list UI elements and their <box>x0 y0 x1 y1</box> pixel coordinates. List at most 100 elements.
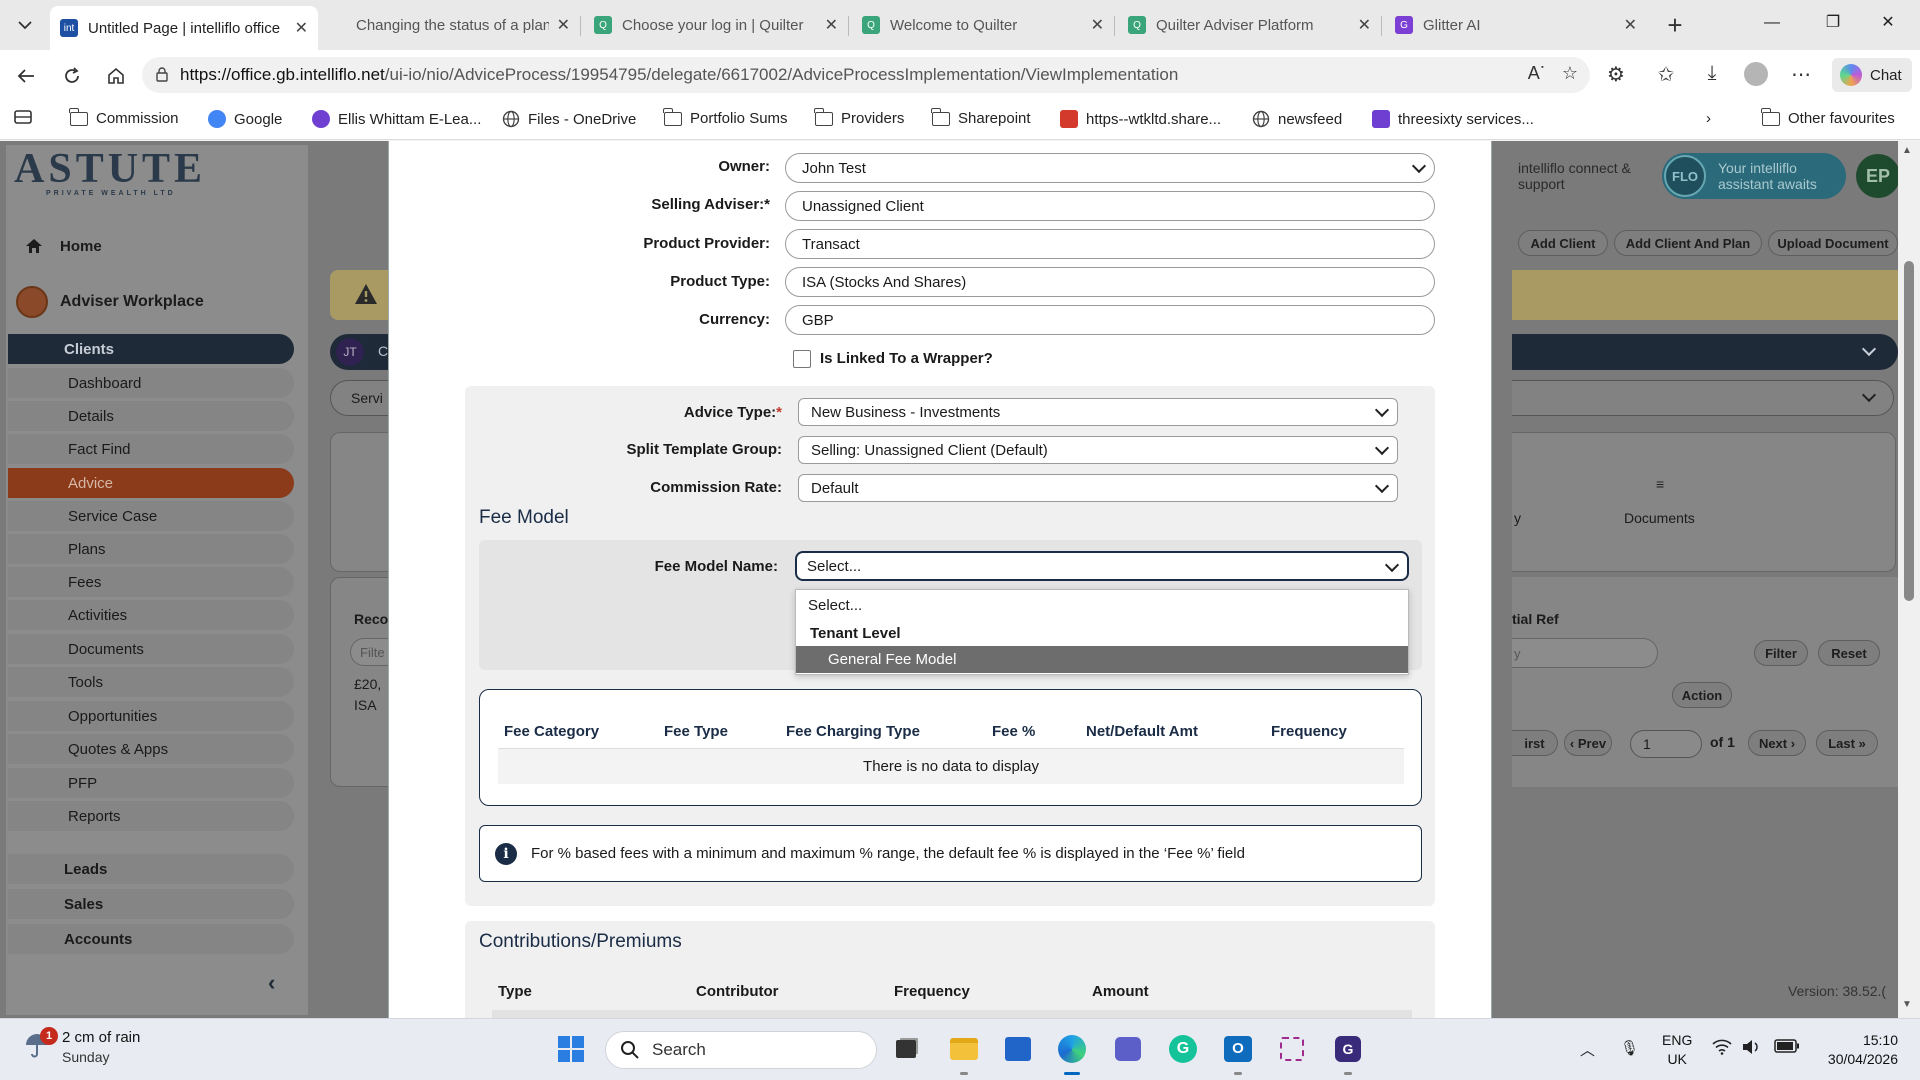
bookmark-item[interactable]: Commission <box>69 107 179 127</box>
outlook-icon[interactable]: O <box>1220 1031 1256 1075</box>
snipping-tool-icon[interactable] <box>1274 1031 1310 1067</box>
browser-tab[interactable]: Q Quilter Adviser Platform ✕ <box>1118 6 1381 44</box>
dropdown-option-select[interactable]: Select... <box>796 592 1408 619</box>
browser-tab[interactable]: G Glitter AI ✕ <box>1385 6 1647 44</box>
favourites-icon[interactable]: ✩ <box>1652 62 1680 87</box>
sidebar-item-sales[interactable]: Sales <box>8 889 294 919</box>
sidebar-item-tools[interactable]: Tools <box>8 667 294 697</box>
scroll-down-icon[interactable]: ▼ <box>1902 999 1912 1010</box>
downloads-icon[interactable]: ⤓ <box>1698 62 1726 85</box>
wifi-icon[interactable] <box>1712 1039 1732 1059</box>
copilot-chat-button[interactable]: Chat <box>1832 58 1912 92</box>
start-button[interactable] <box>553 1031 589 1067</box>
ref-filter-input[interactable] <box>1512 638 1658 668</box>
bookmark-item[interactable]: Google <box>208 110 282 128</box>
tab-documents[interactable]: Documents <box>1624 510 1695 526</box>
minimize-button[interactable]: — <box>1752 8 1792 38</box>
sidebar-item-activities[interactable]: Activities <box>8 600 294 630</box>
sidebar-item-advice[interactable]: Advice <box>8 468 294 498</box>
battery-icon[interactable] <box>1774 1039 1800 1057</box>
sidebar-item-details[interactable]: Details <box>8 401 294 431</box>
grammarly-icon[interactable]: G <box>1165 1031 1201 1067</box>
service-select-right[interactable] <box>1512 380 1894 416</box>
sidebar-item-quotes-apps[interactable]: Quotes & Apps <box>8 734 294 764</box>
contributions-table-header[interactable]: Contributor <box>696 983 778 1000</box>
fee-model-name-select[interactable]: Select... <box>795 551 1409 581</box>
fee-table-header[interactable]: Fee Type <box>664 723 728 740</box>
sidebar-item-pfp[interactable]: PFP <box>8 768 294 798</box>
linked-wrapper-checkbox[interactable] <box>793 350 811 368</box>
advice-type-select[interactable]: New Business - Investments <box>798 398 1398 426</box>
fee-table-header[interactable]: Fee Category <box>504 723 599 740</box>
fee-table-header[interactable]: Fee Charging Type <box>786 723 920 740</box>
bookmarks-overflow-chevron-icon[interactable]: › <box>1706 110 1711 127</box>
pager-prev-button[interactable]: ‹ Prev <box>1564 730 1612 756</box>
volume-icon[interactable] <box>1742 1039 1762 1059</box>
home-button[interactable] <box>102 62 130 90</box>
close-tab-icon[interactable]: ✕ <box>557 15 570 35</box>
tray-overflow-chevron-icon[interactable]: ︿ <box>1580 1039 1595 1060</box>
edge-browser-icon[interactable] <box>1054 1031 1090 1075</box>
weather-widget[interactable]: 1 2 cm of rain Sunday <box>22 1027 140 1065</box>
sidebar-item-reports[interactable]: Reports <box>8 801 294 831</box>
close-tab-icon[interactable]: ✕ <box>1624 15 1637 35</box>
pager-first-button[interactable]: irst <box>1512 730 1558 756</box>
teams-icon[interactable] <box>1110 1031 1146 1067</box>
sidebar-item-adviser-workplace[interactable]: Adviser Workplace <box>16 286 204 318</box>
bookmark-item[interactable]: newsfeed <box>1252 110 1342 128</box>
more-options-icon[interactable]: ⋯ <box>1787 62 1815 87</box>
commission-rate-select[interactable]: Default <box>798 474 1398 502</box>
fee-table-header[interactable]: Net/Default Amt <box>1086 723 1198 740</box>
read-aloud-icon[interactable]: Aᐝ <box>1523 63 1549 84</box>
bookmark-item[interactable]: Ellis Whittam E-Lea... <box>312 110 481 128</box>
sidebar-item-service-case[interactable]: Service Case <box>8 501 294 531</box>
add-client-and-plan-button[interactable]: Add Client And Plan <box>1614 230 1762 256</box>
tab-partial[interactable]: y <box>1514 510 1521 526</box>
reset-button[interactable]: Reset <box>1818 640 1880 666</box>
other-favourites[interactable]: Other favourites <box>1761 107 1895 127</box>
task-view-icon[interactable] <box>888 1031 924 1067</box>
profile-avatar-icon[interactable] <box>1742 62 1770 92</box>
tab-actions-menu-button[interactable] <box>8 8 42 42</box>
dropdown-option-general-fee-model[interactable]: General Fee Model <box>796 646 1408 673</box>
fee-table-header[interactable]: Fee % <box>992 723 1035 740</box>
favourite-star-icon[interactable]: ☆ <box>1557 63 1583 84</box>
microphone-icon[interactable]: 🎙 <box>1620 1039 1639 1057</box>
scroll-up-icon[interactable]: ▲ <box>1902 145 1912 156</box>
scrollbar-thumb[interactable] <box>1904 261 1914 601</box>
url-bar[interactable]: https://office.gb.intelliflo.net/ui-io/n… <box>142 57 1590 93</box>
browser-tab[interactable]: int Untitled Page | intelliflo office ✕ <box>50 6 318 50</box>
contributions-table-header[interactable]: Amount <box>1092 983 1149 1000</box>
pager-last-button[interactable]: Last » <box>1816 730 1878 756</box>
close-tab-icon[interactable]: ✕ <box>825 15 838 35</box>
sidebar-item-dashboard[interactable]: Dashboard <box>8 368 294 398</box>
filter-button[interactable]: Filter <box>1754 640 1808 666</box>
sidebar-item-opportunities[interactable]: Opportunities <box>8 701 294 731</box>
sidebar-item-plans[interactable]: Plans <box>8 534 294 564</box>
sidebar-item-documents[interactable]: Documents <box>8 634 294 664</box>
sidebar-item-fees[interactable]: Fees <box>8 567 294 597</box>
sidebar-item-clients[interactable]: Clients <box>8 334 294 364</box>
extensions-icon[interactable]: ⚙ <box>1602 62 1630 87</box>
close-window-button[interactable]: ✕ <box>1868 8 1908 38</box>
browser-tab[interactable]: Q Welcome to Quilter ✕ <box>852 6 1114 44</box>
refresh-button[interactable] <box>58 62 86 90</box>
contributions-table-header[interactable]: Type <box>498 983 532 1000</box>
product-provider-field[interactable]: Transact <box>785 229 1435 259</box>
glitter-ai-icon[interactable]: G <box>1330 1031 1366 1075</box>
back-button[interactable] <box>12 62 40 90</box>
close-tab-icon[interactable]: ✕ <box>1091 15 1104 35</box>
sidebar-item-accounts[interactable]: Accounts <box>8 924 294 954</box>
sidebar-item-home[interactable]: Home <box>24 236 102 256</box>
user-avatar[interactable]: EP <box>1856 154 1900 198</box>
sidebar-item-leads[interactable]: Leads <box>8 854 294 884</box>
browser-tab[interactable]: Changing the status of a plan ✕ <box>318 6 580 44</box>
browser-tab[interactable]: Q Choose your log in | Quilter ✕ <box>584 6 848 44</box>
selling-adviser-field[interactable]: Unassigned Client <box>785 191 1435 221</box>
owner-select[interactable]: John Test <box>785 153 1435 183</box>
bookmark-item[interactable]: Files - OneDrive <box>502 110 636 128</box>
system-clock[interactable]: 15:10 30/04/2026 <box>1818 1031 1898 1069</box>
split-template-select[interactable]: Selling: Unassigned Client (Default) <box>798 436 1398 464</box>
action-button[interactable]: Action <box>1672 682 1732 708</box>
new-tab-button[interactable]: + <box>1660 10 1690 40</box>
